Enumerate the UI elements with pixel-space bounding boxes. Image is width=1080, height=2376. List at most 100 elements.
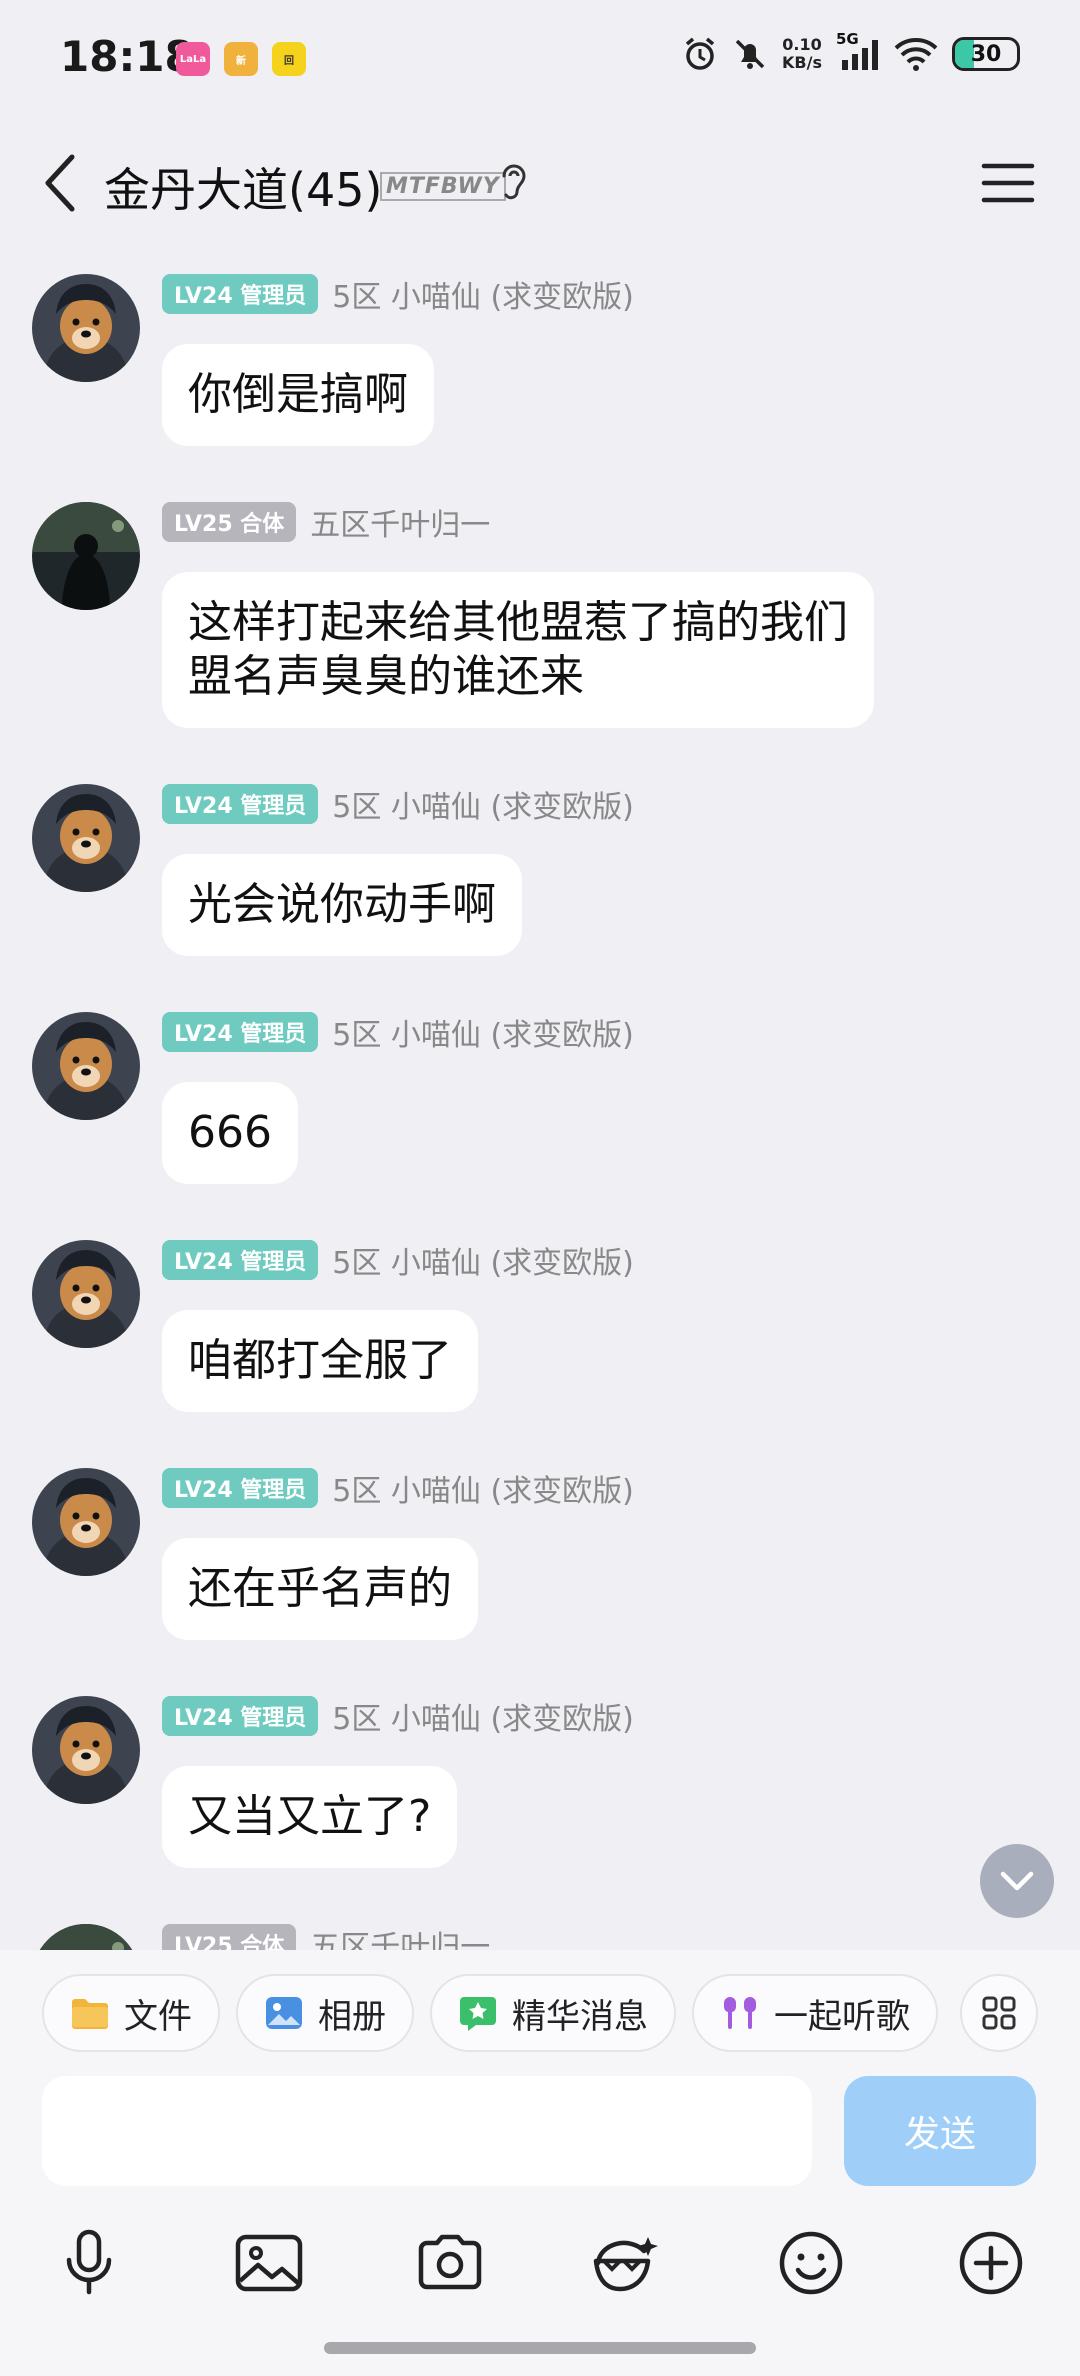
image-icon bbox=[235, 2234, 303, 2292]
sender-name[interactable]: 5区 小喵仙 (求变欧版) bbox=[332, 1010, 634, 1054]
shortcut-file[interactable]: 文件 bbox=[42, 1974, 220, 2052]
message-bubble[interactable]: 又当又立了? bbox=[162, 1766, 458, 1868]
group-badge: MTFBWY bbox=[380, 172, 506, 201]
level-badge: LV24 管理员 bbox=[162, 1696, 319, 1736]
net-speed-value: 0.10 bbox=[782, 35, 822, 54]
avatar-image bbox=[32, 274, 140, 382]
status-time: 18:18 bbox=[60, 32, 194, 81]
plus-button[interactable] bbox=[946, 2218, 1036, 2308]
chevron-down-icon bbox=[1000, 1871, 1034, 1891]
earbuds-icon bbox=[720, 1993, 760, 2033]
sender-name[interactable]: 5区 小喵仙 (求变欧版) bbox=[332, 1238, 634, 1282]
plus-icon bbox=[959, 2231, 1023, 2295]
album-icon bbox=[264, 1993, 304, 2033]
grid-icon bbox=[982, 1996, 1016, 2030]
avatar[interactable] bbox=[32, 1012, 140, 1120]
send-button[interactable]: 发送 bbox=[844, 2076, 1036, 2186]
sender-name[interactable]: 5区 小喵仙 (求变欧版) bbox=[332, 782, 634, 826]
chat-message: LV24 管理员 5区 小喵仙 (求变欧版) 光会说你动手啊 bbox=[0, 760, 1080, 988]
message-bubble[interactable]: 这样打起来给其他盟惹了搞的我们 盟名声臭臭的谁还来 bbox=[162, 572, 874, 728]
net-speed: 0.10 KB/s bbox=[782, 36, 822, 72]
shortcut-album-label: 相册 bbox=[318, 1996, 386, 2037]
folder-icon bbox=[70, 1993, 110, 2033]
level-badge: LV24 管理员 bbox=[162, 274, 319, 314]
shortcut-listen-together[interactable]: 一起听歌 bbox=[692, 1974, 938, 2052]
cell-signal-icon: 5G bbox=[836, 30, 880, 72]
message-text: 你倒是搞啊 bbox=[188, 369, 408, 420]
avatar[interactable] bbox=[32, 784, 140, 892]
message-list[interactable]: LV24 管理员 5区 小喵仙 (求变欧版) 你倒是搞啊 LV25 合体 五区千叶归一这… bbox=[0, 250, 1080, 1950]
gallery-button[interactable] bbox=[224, 2218, 314, 2308]
avatar-image bbox=[32, 1468, 140, 1576]
notification-icons: LaLa 新 回 bbox=[176, 42, 306, 76]
sender-name[interactable]: 5区 小喵仙 (求变欧版) bbox=[332, 1466, 634, 1510]
message-text: 又当又立了? bbox=[188, 1791, 432, 1842]
avatar[interactable] bbox=[32, 1696, 140, 1804]
message-text: 666 bbox=[188, 1107, 272, 1158]
sender-name[interactable]: 五区千叶归一 bbox=[310, 1922, 490, 1950]
chat-message: LV25 合体 五区千叶归一 bbox=[0, 1900, 1080, 1950]
message-text: 还在乎名声的 bbox=[188, 1563, 452, 1614]
menu-icon[interactable] bbox=[980, 158, 1036, 208]
status-indicators: 0.10 KB/s 5G 30 bbox=[682, 30, 1020, 72]
home-indicator[interactable] bbox=[324, 2342, 756, 2354]
avatar[interactable] bbox=[32, 274, 140, 382]
avatar[interactable] bbox=[32, 1240, 140, 1348]
avatar[interactable] bbox=[32, 1468, 140, 1576]
message-bubble[interactable]: 还在乎名声的 bbox=[162, 1538, 478, 1640]
chat-message: LV24 管理员 5区 小喵仙 (求变欧版) 666 bbox=[0, 988, 1080, 1216]
level-badge: LV24 管理员 bbox=[162, 1468, 319, 1508]
sender-name[interactable]: 5区 小喵仙 (求变欧版) bbox=[332, 272, 634, 316]
avatar[interactable] bbox=[32, 502, 140, 610]
app-icon-2: 新 bbox=[224, 42, 258, 76]
page-title[interactable]: 金丹大道(45) bbox=[104, 154, 382, 220]
message-input[interactable] bbox=[42, 2076, 812, 2186]
avatar-image bbox=[32, 1924, 140, 1950]
sticker-icon bbox=[593, 2237, 658, 2292]
level-badge: LV24 管理员 bbox=[162, 1012, 319, 1052]
chat-message: LV24 管理员 5区 小喵仙 (求变欧版) 你倒是搞啊 bbox=[0, 250, 1080, 478]
microphone-icon bbox=[66, 2229, 112, 2295]
sender-name[interactable]: 五区千叶归一 bbox=[310, 500, 490, 544]
shortcut-file-label: 文件 bbox=[124, 1996, 192, 2037]
back-button[interactable] bbox=[30, 148, 90, 218]
avatar-image bbox=[32, 1012, 140, 1120]
shortcut-album[interactable]: 相册 bbox=[236, 1974, 414, 2052]
mute-bell-icon bbox=[735, 39, 765, 69]
lalala-app-icon: LaLa bbox=[176, 42, 210, 76]
message-meta: LV24 管理员 5区 小喵仙 (求变欧版) bbox=[162, 1010, 634, 1054]
avatar-image bbox=[32, 502, 140, 610]
message-meta: LV24 管理员 5区 小喵仙 (求变欧版) bbox=[162, 1466, 634, 1510]
message-text: 这样打起来给其他盟惹了搞的我们 bbox=[188, 597, 848, 648]
scroll-to-bottom-button[interactable] bbox=[980, 1844, 1054, 1918]
chat-message: LV24 管理员 5区 小喵仙 (求变欧版) 咱都打全服了 bbox=[0, 1216, 1080, 1444]
ear-icon[interactable] bbox=[494, 158, 534, 208]
message-bubble[interactable]: 你倒是搞啊 bbox=[162, 344, 434, 446]
camera-button[interactable] bbox=[405, 2218, 495, 2308]
chat-message: LV24 管理员 5区 小喵仙 (求变欧版) 还在乎名声的 bbox=[0, 1444, 1080, 1672]
avatar-image bbox=[32, 784, 140, 892]
message-bubble[interactable]: 666 bbox=[162, 1082, 298, 1184]
message-bubble[interactable]: 咱都打全服了 bbox=[162, 1310, 478, 1412]
message-bubble[interactable]: 光会说你动手啊 bbox=[162, 854, 522, 956]
shortcut-listen-label: 一起听歌 bbox=[774, 1996, 910, 2037]
sticker-button[interactable] bbox=[580, 2218, 670, 2308]
voice-button[interactable] bbox=[44, 2218, 134, 2308]
app-icon-3: 回 bbox=[272, 42, 306, 76]
message-meta: LV24 管理员 5区 小喵仙 (求变欧版) bbox=[162, 782, 634, 826]
wifi-icon bbox=[894, 38, 938, 71]
level-badge: LV24 管理员 bbox=[162, 784, 319, 824]
input-panel: 文件 相册 精华消息 一起听歌 发送 bbox=[0, 1950, 1080, 2376]
emoji-button[interactable] bbox=[766, 2218, 856, 2308]
message-meta: LV25 合体 五区千叶归一 bbox=[162, 1924, 490, 1950]
battery-indicator: 30 bbox=[952, 37, 1020, 71]
more-apps-button[interactable] bbox=[960, 1974, 1038, 2052]
shortcut-essence[interactable]: 精华消息 bbox=[430, 1974, 676, 2052]
sender-name[interactable]: 5区 小喵仙 (求变欧版) bbox=[332, 1694, 634, 1738]
message-text: 盟名声臭臭的谁还来 bbox=[188, 651, 584, 702]
avatar[interactable] bbox=[32, 1924, 140, 1950]
message-meta: LV24 管理员 5区 小喵仙 (求变欧版) bbox=[162, 1238, 634, 1282]
level-badge: LV25 合体 bbox=[162, 1924, 297, 1950]
message-meta: LV24 管理员 5区 小喵仙 (求变欧版) bbox=[162, 272, 634, 316]
level-badge: LV25 合体 bbox=[162, 502, 297, 542]
